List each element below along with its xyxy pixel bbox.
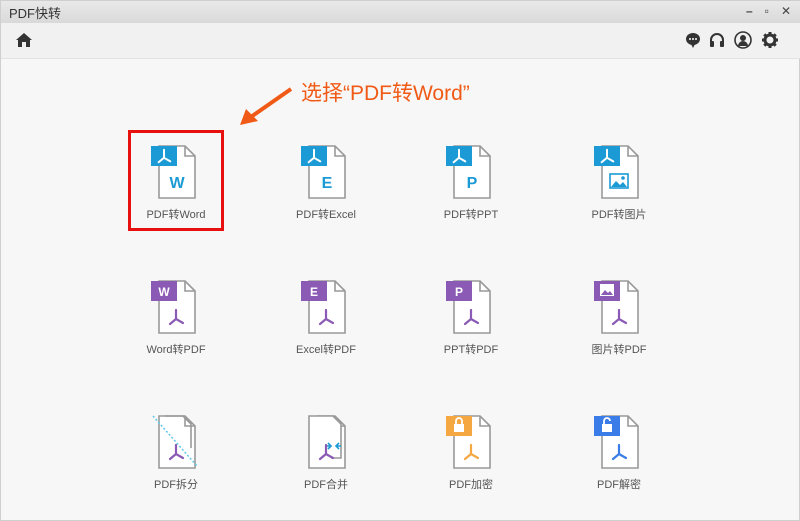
tool-label: PPT转PDF [443,344,499,356]
annotation-text: 选择“PDF转Word” [301,82,470,105]
file-icon [594,145,639,199]
tool-label: 图片转PDF [591,344,647,356]
file-icon [594,280,639,334]
headset-icon[interactable] [708,31,726,49]
tool-label: PDF拆分 [154,479,198,491]
close-button[interactable]: ✕ [781,4,791,18]
svg-text:E: E [322,175,333,192]
tool-item-1[interactable]: E PDF转Excel [256,144,396,222]
tool-item-5[interactable]: E Excel转PDF [256,279,396,357]
tool-item-11[interactable]: PDF解密 [549,414,689,492]
tool-label: Word转PDF [146,344,206,356]
minimize-button[interactable]: – [746,4,753,18]
toolbar [1,23,800,59]
file-icon: P [446,280,491,334]
tool-label: PDF合并 [304,479,348,491]
home-icon[interactable] [15,31,33,49]
file-icon [152,415,198,469]
file-icon: P [446,145,491,199]
tool-label: PDF转图片 [591,209,647,221]
title-bar: PDF快转 – ▫ ✕ [1,1,800,23]
svg-text:P: P [455,285,463,299]
tool-item-3[interactable]: PDF转图片 [549,144,689,222]
file-icon [446,415,491,469]
file-icon [308,415,346,469]
user-icon[interactable] [734,31,752,49]
tool-item-9[interactable]: PDF合并 [256,414,396,492]
tool-label: PDF转PPT [443,209,499,221]
chat-icon[interactable] [684,31,702,49]
tool-label: PDF转Excel [296,209,356,221]
tool-item-8[interactable]: PDF拆分 [106,414,246,492]
tool-label: Excel转PDF [296,344,356,356]
tool-item-10[interactable]: PDF加密 [401,414,541,492]
file-icon [594,415,639,469]
tool-item-6[interactable]: P PPT转PDF [401,279,541,357]
maximize-button[interactable]: ▫ [765,4,769,18]
gear-icon[interactable] [761,31,779,49]
file-icon: E [301,280,346,334]
highlight-box [128,130,224,231]
tool-item-4[interactable]: W Word转PDF [106,279,246,357]
file-icon: E [301,145,346,199]
window-title: PDF快转 [9,5,62,21]
tool-item-2[interactable]: P PDF转PPT [401,144,541,222]
svg-text:W: W [158,285,170,299]
svg-text:P: P [467,175,478,192]
file-icon: W [151,280,196,334]
annotation-arrow-icon [240,87,293,125]
svg-text:E: E [310,285,318,299]
tool-label: PDF加密 [449,479,493,491]
tool-item-7[interactable]: 图片转PDF [549,279,689,357]
tool-label: PDF解密 [597,479,641,491]
